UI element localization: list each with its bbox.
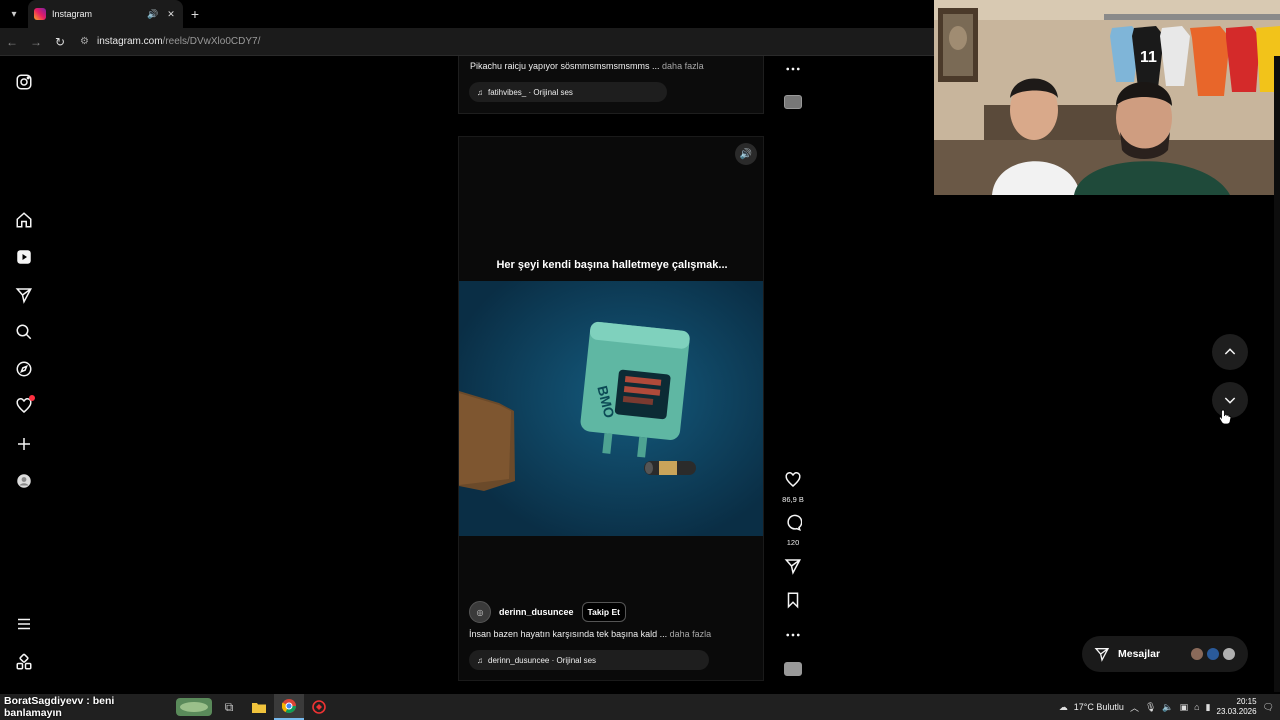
reload-icon[interactable]: ↻ [48,28,72,56]
stream-overlay-image [174,694,214,720]
create-icon[interactable] [14,434,34,454]
taskbar: BoratSagdiyevv : beni banlamayın ⧉ ☁ 17°… [0,694,1280,720]
direct-icon [1094,648,1110,662]
instagram-favicon-icon [34,8,46,20]
tab-list-icon[interactable]: ▾ [0,0,28,28]
tray-app-icon[interactable]: ▣ [1180,702,1189,713]
caption-text: İnsan bazen hayatın karşısında tek başın… [469,629,668,639]
comment-icon[interactable] [784,514,803,532]
video-scene: BMO [459,281,763,536]
share-icon[interactable] [784,557,802,575]
site-info-icon[interactable]: ⚙ [80,36,89,47]
clock-time: 20:15 [1236,697,1257,706]
reels-icon[interactable] [14,247,34,267]
browser-tab[interactable]: Instagram 🔊 ✕ [28,0,183,28]
profile-avatar-icon[interactable] [14,471,34,491]
file-explorer-icon[interactable] [244,694,274,720]
previous-reel-button[interactable] [1212,334,1248,370]
more-link[interactable]: daha fazla [670,629,712,639]
like-count: 86,9 B [782,495,804,504]
task-view-icon[interactable]: ⧉ [214,694,244,720]
stream-title-overlay: BoratSagdiyevv : beni banlamayın [4,695,115,719]
search-icon[interactable] [14,322,34,342]
share-action[interactable] [780,557,806,580]
volume-icon[interactable]: 🔈 [1162,702,1173,713]
microphone-icon[interactable]: 🎙 [1145,702,1156,713]
prev-audio-thumbnail[interactable] [780,95,806,109]
message-avatar [1190,647,1204,661]
audio-label: fatihvibes_ · Orijinal ses [488,87,573,97]
instagram-logo-icon[interactable] [14,72,34,92]
current-reel-caption: İnsan bazen hayatın karşısında tek başın… [469,629,711,639]
comment-count: 120 [786,538,800,547]
music-note-icon: ♫ [477,655,483,665]
new-tab-button[interactable]: + [183,6,207,22]
music-note-icon: ♫ [477,87,483,97]
url-path: /reels/DVwXlo0CDY7/ [162,36,261,47]
bookmark-icon[interactable] [784,591,802,609]
system-tray: ☁ 17°C Bulutlu ︿ 🎙 🔈 ▣ ⌂ ▮ 20:15 23.03.2… [1059,697,1280,717]
chevron-up-icon [1224,348,1236,355]
prev-more-options-icon[interactable] [780,60,806,83]
forward-icon[interactable]: → [24,28,48,56]
author-avatar[interactable]: ◎ [469,601,491,623]
messages-label: Mesajlar [1118,648,1161,660]
caption-text: Pikachu raicju yapıyor sösmmsmsmsmsmms .… [470,61,660,71]
previous-reel[interactable]: Pikachu raicju yapıyor sösmmsmsmsmsmms .… [458,56,764,114]
message-avatar [1222,647,1236,661]
reel-author: ◎ derinn_dusuncee Takip Et [469,601,626,623]
save-action[interactable] [780,591,806,614]
url-host: instagram.com [96,36,163,47]
audio-thumbnail [784,662,802,676]
battery-icon[interactable]: ▮ [1206,702,1211,713]
current-reel[interactable]: 🔊 Her şeyi kendi başına halletmeye çalış… [458,136,764,681]
hand-cursor-icon [1218,409,1232,425]
tab-title: Instagram [52,9,93,19]
messages-button[interactable]: Mesajlar [1082,636,1248,672]
video-frame[interactable]: BMO [459,281,763,536]
more-link[interactable]: daha fazla [662,61,704,71]
webcam-image: 11 [934,0,1280,195]
chevron-up-tray-icon[interactable]: ︿ [1130,701,1139,714]
sidebar [0,56,48,692]
weather-text[interactable]: 17°C Bulutlu [1074,702,1124,712]
notifications-center-icon[interactable]: 🗨 [1263,702,1274,713]
explore-icon[interactable] [14,359,34,379]
url-field[interactable]: ⚙ instagram.com/reels/DVwXlo0CDY7/ [80,36,260,47]
more-options-icon[interactable] [780,626,806,649]
close-tab-icon[interactable]: ✕ [165,9,177,20]
meta-apps-icon[interactable] [14,652,34,672]
previous-reel-caption: Pikachu raicju yapıyor sösmmsmsmsmsmms .… [470,61,704,71]
comment-action[interactable]: 120 [780,514,806,547]
clock[interactable]: 20:15 23.03.2026 [1217,697,1257,717]
page-scrollbar[interactable] [1274,56,1280,692]
audio-label: derinn_dusuncee · Orijinal ses [488,655,597,665]
clock-date: 23.03.2026 [1216,707,1257,716]
audio-thumbnail-button[interactable] [780,662,806,676]
speaker-icon[interactable]: 🔊 [147,9,159,20]
follow-button[interactable]: Takip Et [581,602,626,622]
heart-icon[interactable] [784,471,802,489]
home-icon[interactable] [14,210,34,230]
notification-dot [29,395,35,401]
menu-icon[interactable] [14,614,34,634]
volume-button[interactable]: 🔊 [735,143,757,165]
weather-icon[interactable]: ☁ [1059,702,1068,713]
message-avatar [1206,647,1220,661]
direct-messages-icon[interactable] [14,285,34,305]
chevron-down-icon [1224,397,1236,404]
app-icon[interactable] [304,694,334,720]
svg-text:11: 11 [1140,49,1157,66]
like-action[interactable]: 86,9 B [780,471,806,504]
chrome-icon[interactable] [274,694,304,720]
audio-thumbnail [784,95,802,109]
video-overlay-text: Her şeyi kendi başına halletmeye çalışma… [496,259,728,271]
current-audio-pill[interactable]: ♫ derinn_dusuncee · Orijinal ses [469,650,709,670]
notifications-heart-icon[interactable] [14,395,35,416]
author-username[interactable]: derinn_dusuncee [499,607,574,617]
back-icon[interactable]: ← [0,28,24,56]
network-icon[interactable]: ⌂ [1194,702,1199,712]
previous-audio-pill[interactable]: ♫ fatihvibes_ · Orijinal ses [469,82,667,102]
webcam-overlay: 11 [934,0,1280,195]
